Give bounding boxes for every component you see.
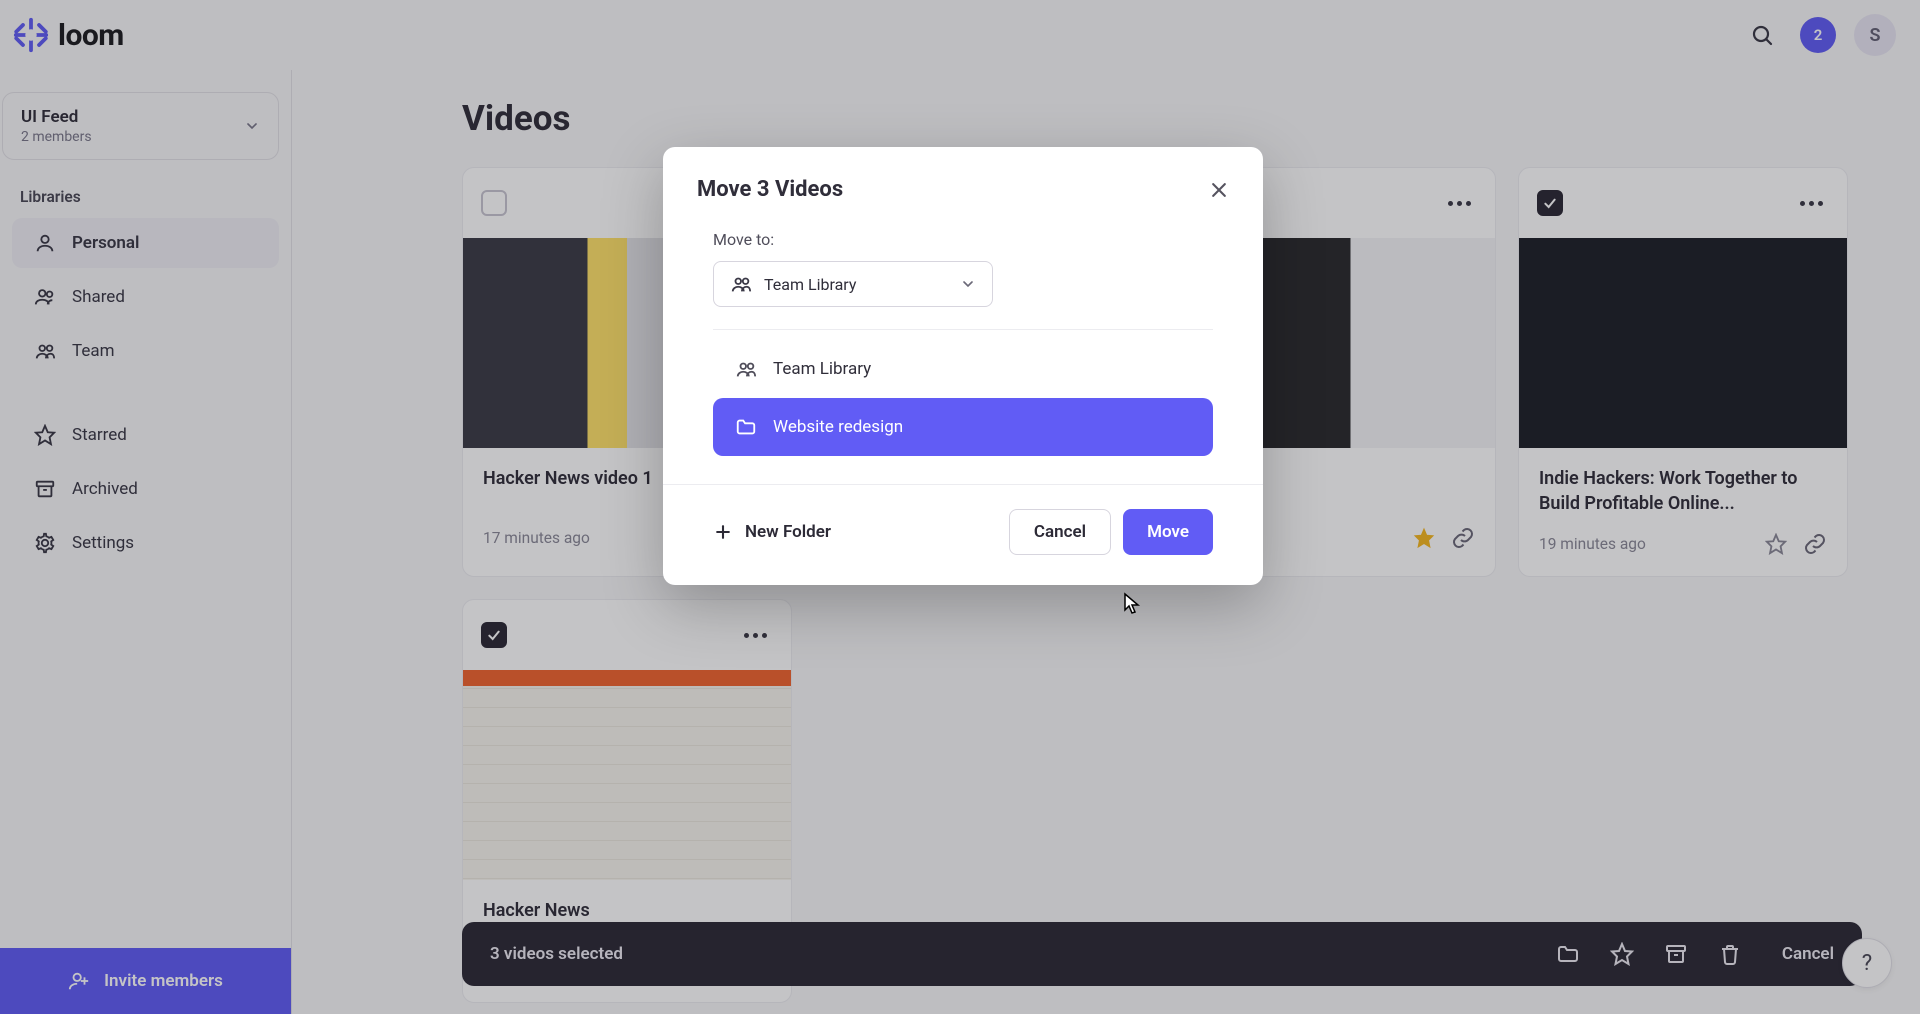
move-label: Move — [1147, 522, 1189, 542]
move-videos-modal: Move 3 Videos Move to: Team Library Team… — [663, 147, 1263, 585]
team-icon — [735, 358, 757, 380]
new-folder-button[interactable]: New Folder — [713, 522, 831, 542]
new-folder-label: New Folder — [745, 522, 831, 542]
folder-label: Team Library — [773, 359, 871, 379]
folder-icon — [735, 416, 757, 438]
chevron-down-icon — [960, 276, 976, 292]
cancel-button[interactable]: Cancel — [1009, 509, 1111, 555]
divider — [713, 329, 1213, 330]
folder-option-team-library[interactable]: Team Library — [713, 340, 1213, 398]
destination-select[interactable]: Team Library — [713, 261, 993, 307]
move-button[interactable]: Move — [1123, 509, 1213, 555]
team-icon — [730, 273, 752, 295]
close-icon — [1209, 180, 1229, 200]
folder-list: Team Library Website redesign — [713, 340, 1213, 456]
close-button[interactable] — [1209, 180, 1229, 200]
destination-label: Team Library — [764, 275, 856, 294]
folder-option-website-redesign[interactable]: Website redesign — [713, 398, 1213, 456]
modal-title: Move 3 Videos — [697, 177, 843, 202]
move-to-label: Move to: — [713, 230, 1213, 249]
plus-icon — [713, 522, 733, 542]
cancel-label: Cancel — [1034, 522, 1086, 542]
folder-label: Website redesign — [773, 417, 903, 437]
